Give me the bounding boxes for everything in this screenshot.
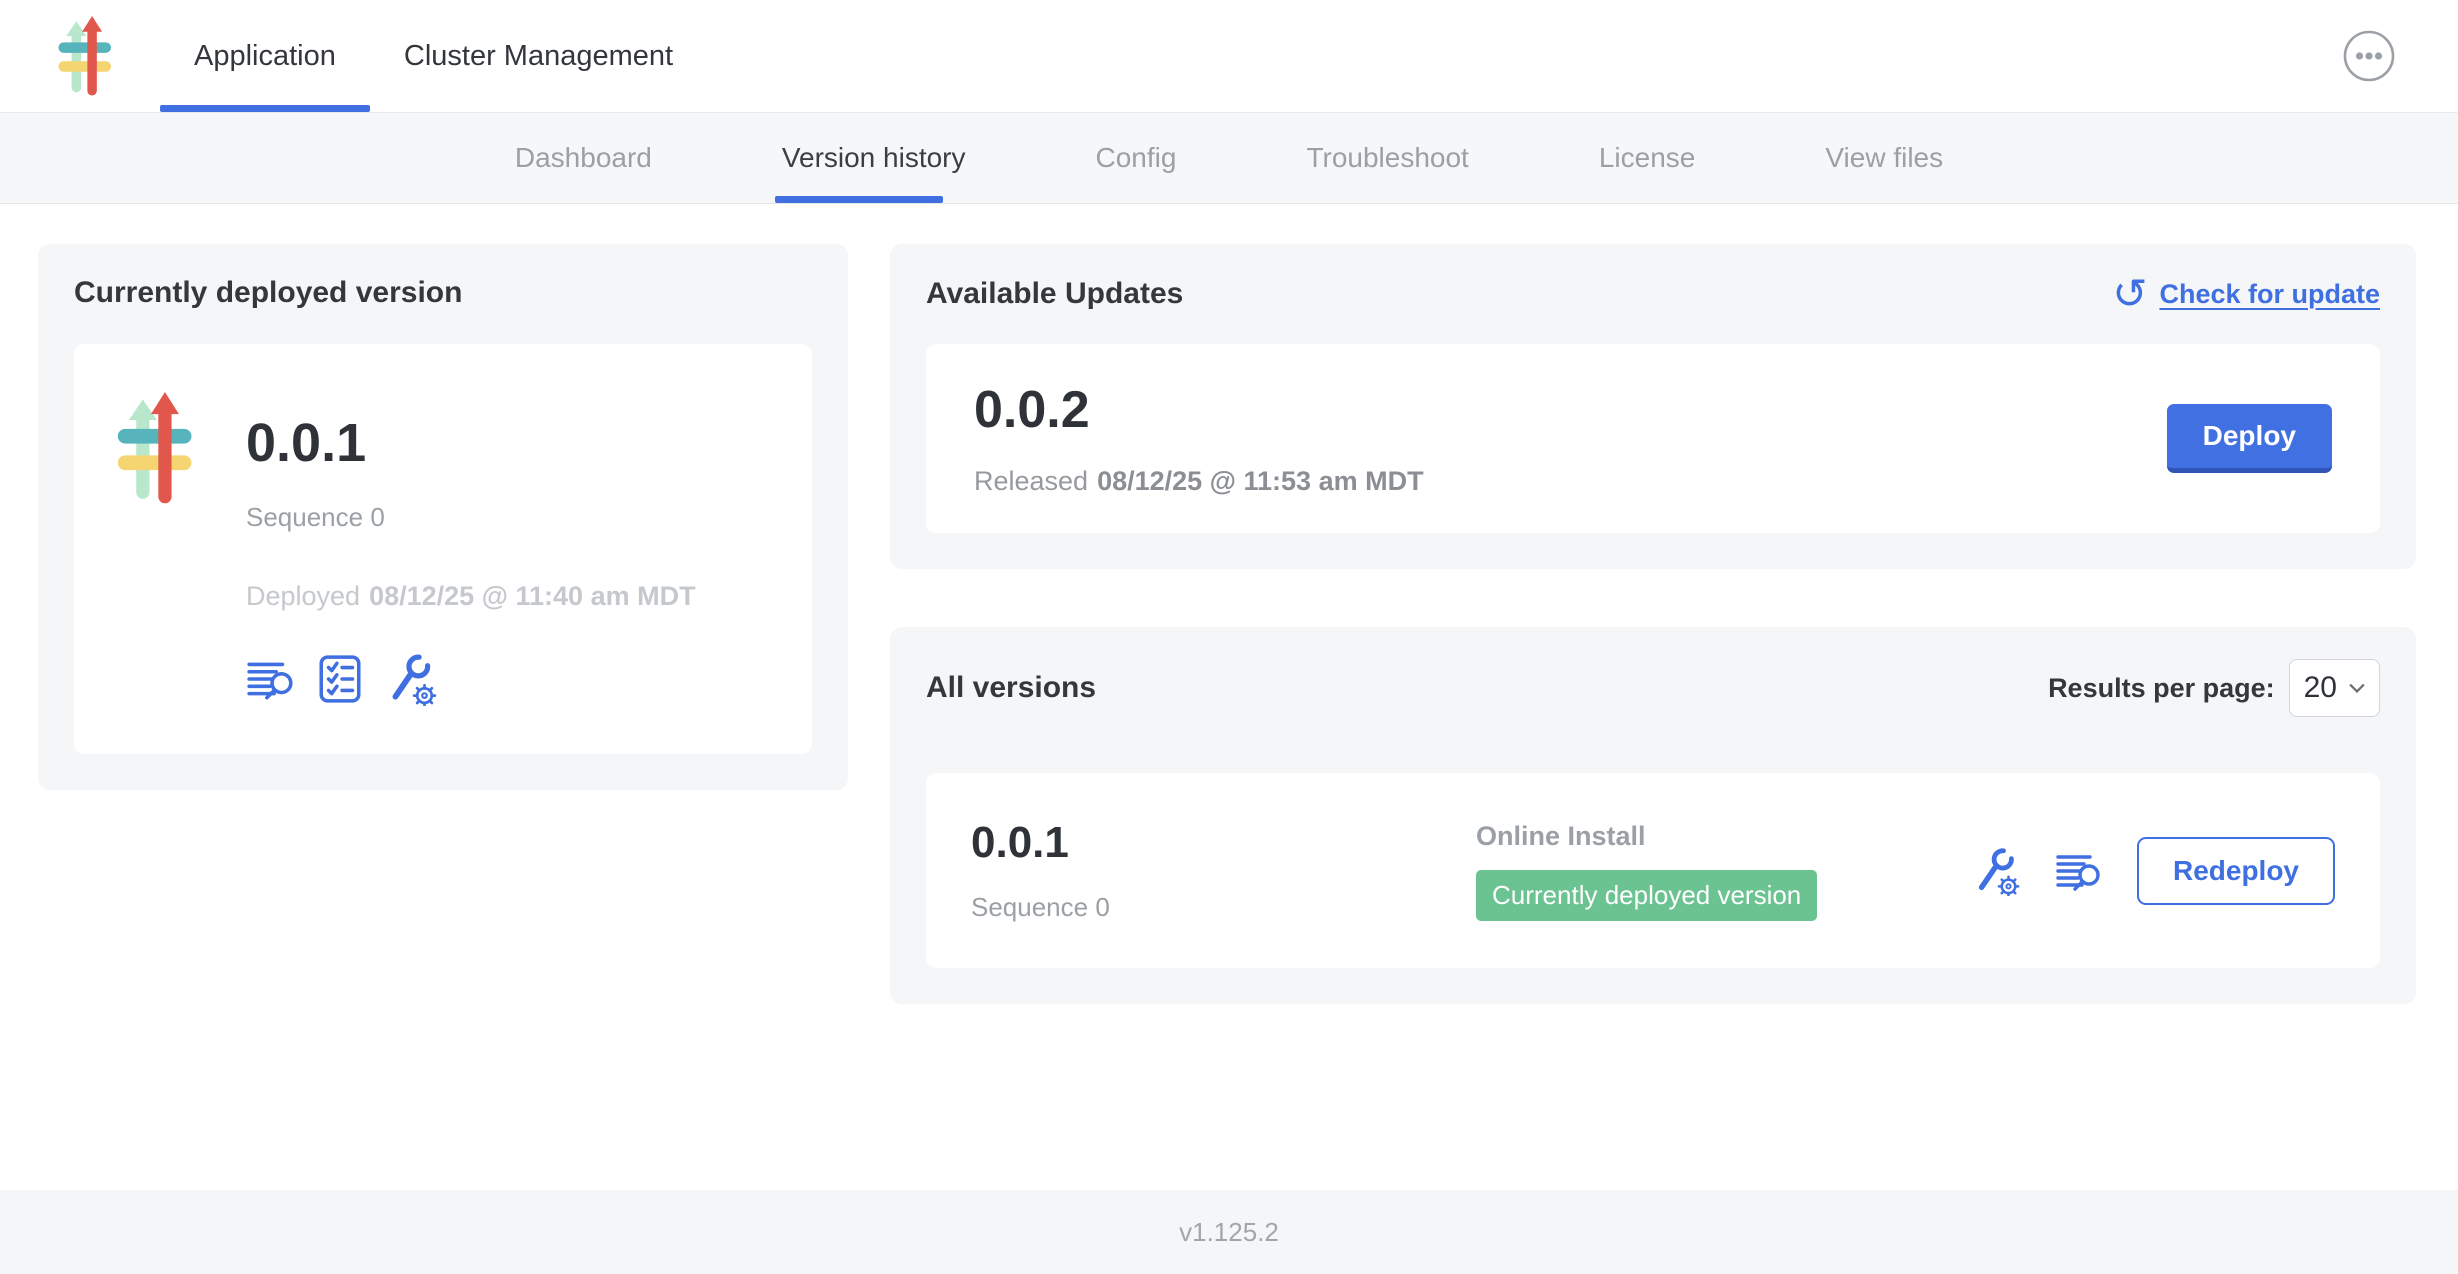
update-version-number: 0.0.2 — [974, 380, 1424, 440]
deployed-version-info: 0.0.1 Sequence 0 Deployed 08/12/25 @ 11:4… — [246, 386, 696, 706]
version-row-status: Online Install Currently deployed versio… — [1476, 821, 1971, 921]
topbar-spacer — [707, 0, 2342, 112]
released-prefix: Released — [974, 466, 1088, 496]
tab-license[interactable]: License — [1534, 113, 1761, 203]
more-options-button[interactable] — [2342, 0, 2396, 112]
deployed-version-panel: 0.0.1 Sequence 0 Deployed 08/12/25 @ 11:4… — [74, 344, 812, 754]
results-per-page-value: 20 — [2304, 671, 2337, 705]
all-versions-header: All versions Results per page: 20 — [926, 659, 2380, 717]
tab-view-files[interactable]: View files — [1760, 113, 2008, 203]
tab-troubleshoot[interactable]: Troubleshoot — [1241, 113, 1533, 203]
update-released-timestamp: Released 08/12/25 @ 11:53 am MDT — [974, 466, 1424, 497]
tab-application-label: Application — [194, 40, 336, 73]
preflight-checks-icon[interactable] — [318, 654, 362, 704]
tab-config[interactable]: Config — [1031, 113, 1242, 203]
currently-deployed-title: Currently deployed version — [74, 276, 812, 310]
deployed-actions — [246, 652, 696, 706]
tab-application[interactable]: Application — [160, 0, 370, 112]
all-versions-card: All versions Results per page: 20 0.0.1 … — [890, 627, 2416, 1004]
check-for-update-label: Check for update — [2159, 279, 2380, 310]
released-date: 08/12/25 @ 11:53 am MDT — [1097, 466, 1424, 496]
tab-dashboard[interactable]: Dashboard — [450, 113, 717, 203]
app-logo-icon — [58, 16, 122, 96]
tab-config-label: Config — [1096, 142, 1177, 174]
deployed-sequence: Sequence 0 — [246, 502, 696, 533]
results-per-page-control: Results per page: 20 — [2048, 659, 2380, 717]
version-row-actions: Redeploy — [1971, 837, 2335, 905]
refresh-icon: ↺ — [2112, 276, 2147, 312]
currently-deployed-card: Currently deployed version 0.0.1 Sequenc… — [38, 244, 848, 790]
right-column: Available Updates ↺ Check for update 0.0… — [890, 244, 2416, 1004]
version-row-info: 0.0.1 Sequence 0 — [971, 818, 1476, 923]
tab-version-history-label: Version history — [782, 142, 966, 174]
version-row-number: 0.0.1 — [971, 818, 1476, 868]
status-badge: Currently deployed version — [1476, 870, 1817, 921]
app-logo — [58, 0, 122, 112]
deployed-version-number: 0.0.1 — [246, 412, 696, 474]
top-nav-bar: Application Cluster Management — [0, 0, 2458, 113]
top-nav-tabs: Application Cluster Management — [160, 0, 707, 112]
install-type-label: Online Install — [1476, 821, 1971, 852]
tab-view-files-label: View files — [1825, 142, 1943, 174]
version-row-sequence: Sequence 0 — [971, 892, 1476, 923]
update-row: 0.0.2 Released 08/12/25 @ 11:53 am MDT De… — [926, 344, 2380, 533]
check-for-update-link[interactable]: ↺ Check for update — [2112, 276, 2380, 312]
deployed-timestamp: Deployed 08/12/25 @ 11:40 am MDT — [246, 581, 696, 612]
console-footer: v1.125.2 — [0, 1190, 2458, 1274]
update-info: 0.0.2 Released 08/12/25 @ 11:53 am MDT — [974, 380, 1424, 497]
deploy-logs-icon[interactable] — [246, 656, 296, 702]
edit-config-icon[interactable] — [1971, 846, 2021, 896]
all-versions-title: All versions — [926, 671, 1096, 705]
available-updates-card: Available Updates ↺ Check for update 0.0… — [890, 244, 2416, 569]
deployed-prefix: Deployed — [246, 581, 360, 611]
main-content: Currently deployed version 0.0.1 Sequenc… — [0, 204, 2458, 1190]
available-updates-header: Available Updates ↺ Check for update — [926, 276, 2380, 312]
available-updates-title: Available Updates — [926, 277, 1183, 311]
redeploy-button[interactable]: Redeploy — [2137, 837, 2335, 905]
deploy-button[interactable]: Deploy — [2167, 404, 2332, 473]
tab-cluster-management-label: Cluster Management — [404, 40, 673, 73]
tab-license-label: License — [1599, 142, 1696, 174]
tab-dashboard-label: Dashboard — [515, 142, 652, 174]
results-per-page-label: Results per page: — [2048, 673, 2275, 704]
deployed-date: 08/12/25 @ 11:40 am MDT — [369, 581, 696, 611]
tab-version-history[interactable]: Version history — [717, 113, 1031, 203]
deploy-logs-icon[interactable] — [2055, 849, 2103, 893]
left-column: Currently deployed version 0.0.1 Sequenc… — [38, 244, 848, 790]
tab-troubleshoot-label: Troubleshoot — [1306, 142, 1468, 174]
version-row: 0.0.1 Sequence 0 Online Install Currentl… — [926, 773, 2380, 968]
chevron-down-icon — [2349, 683, 2365, 693]
results-per-page-select[interactable]: 20 — [2289, 659, 2380, 717]
app-logo-icon — [116, 392, 208, 504]
tab-cluster-management[interactable]: Cluster Management — [370, 0, 707, 112]
console-version: v1.125.2 — [1179, 1217, 1279, 1248]
edit-config-icon[interactable] — [384, 652, 438, 706]
app-sub-nav: Dashboard Version history Config Trouble… — [0, 113, 2458, 204]
ellipsis-circle-icon — [2342, 29, 2396, 83]
